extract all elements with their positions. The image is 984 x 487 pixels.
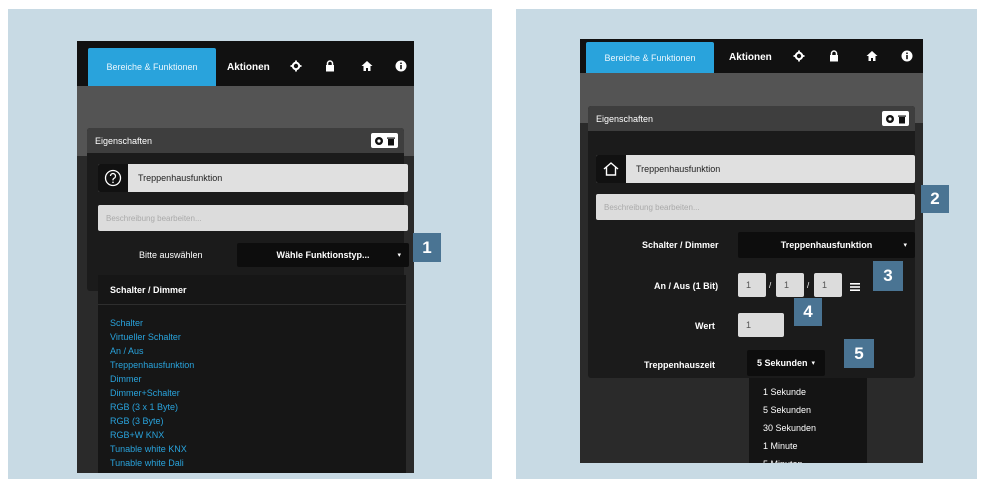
function-type-menu: Schalter / Dimmer Schalter Virtueller Sc…	[98, 275, 406, 473]
function-type-dropdown[interactable]: Wähle Funktionstyp... ▾	[237, 243, 409, 267]
tab-areas-functions[interactable]: Bereiche & Funktionen	[88, 48, 216, 86]
right-app-screen: Bereiche & Funktionen Aktionen Eigenscha…	[580, 39, 923, 463]
function-name-value: Treppenhausfunktion	[636, 164, 721, 174]
gear-icon[interactable]	[289, 59, 303, 73]
menu-item-tunable-white-dali[interactable]: Tunable white Dali	[98, 456, 406, 470]
menu-item-dimmer-schalter[interactable]: Dimmer+Schalter	[98, 386, 406, 400]
top-nav: Bereiche & Funktionen Aktionen	[77, 41, 414, 86]
properties-title: Eigenschaften	[95, 135, 153, 146]
time-option-5s[interactable]: 5 Sekunden	[749, 401, 867, 419]
time-label: Treppenhauszeit	[644, 360, 716, 370]
time-option-1s[interactable]: 1 Sekunde	[749, 383, 867, 401]
top-nav: Bereiche & Funktionen Aktionen	[580, 39, 923, 73]
question-icon[interactable]	[98, 164, 128, 192]
properties-header: Eigenschaften	[588, 106, 915, 131]
function-name-value: Treppenhausfunktion	[138, 173, 223, 183]
list-icon[interactable]	[850, 279, 860, 291]
menu-item-treppenhausfunktion[interactable]: Treppenhausfunktion	[98, 358, 406, 372]
select-label: Bitte auswählen	[139, 250, 203, 260]
function-type-value: Wähle Funktionstyp...	[276, 250, 370, 260]
lock-icon[interactable]	[323, 59, 337, 73]
tab-actions[interactable]: Aktionen	[729, 42, 772, 73]
properties-panel: Eigenschaften Treppenhausfunktion Beschr…	[87, 128, 409, 291]
info-icon[interactable]	[394, 59, 408, 73]
time-options-menu: 1 Sekunde 5 Sekunden 30 Sekunden 1 Minut…	[749, 378, 867, 463]
menu-item-dimmer[interactable]: Dimmer	[98, 372, 406, 386]
time-option-30s[interactable]: 30 Sekunden	[749, 419, 867, 437]
properties-header: Eigenschaften	[87, 128, 404, 153]
settings-icon[interactable]	[373, 134, 384, 147]
time-dropdown[interactable]: 5 Sekunden ▾	[747, 350, 825, 376]
left-app-screen: Bereiche & Funktionen Aktionen Eigenscha…	[77, 41, 414, 473]
function-type-dropdown[interactable]: Treppenhausfunktion ▾	[738, 232, 915, 258]
lock-icon[interactable]	[827, 49, 841, 63]
info-icon[interactable]	[900, 49, 914, 63]
home-icon[interactable]	[360, 59, 374, 73]
home-icon[interactable]	[865, 49, 879, 63]
menu-item-rgbw-knx[interactable]: RGB+W KNX	[98, 428, 406, 442]
time-option-1m[interactable]: 1 Minute	[749, 437, 867, 455]
callout-5: 5	[844, 339, 874, 368]
type-label: Schalter / Dimmer	[642, 240, 719, 250]
menu-item-rgb-3byte[interactable]: RGB (3 Byte)	[98, 414, 406, 428]
callout-2: 2	[921, 185, 949, 213]
menu-item-tunable-white-knx[interactable]: Tunable white KNX	[98, 442, 406, 456]
time-value: 5 Sekunden	[756, 358, 808, 368]
menu-item-rgb-3x1[interactable]: RGB (3 x 1 Byte)	[98, 400, 406, 414]
description-field[interactable]: Beschreibung bearbeiten...	[98, 205, 408, 231]
trash-icon[interactable]	[385, 134, 396, 147]
function-type-value: Treppenhausfunktion	[780, 240, 873, 250]
time-option-5m[interactable]: 5 Minuten	[749, 455, 867, 463]
gear-icon[interactable]	[792, 49, 806, 63]
function-name-field[interactable]: Treppenhausfunktion	[98, 164, 408, 192]
address-label: An / Aus (1 Bit)	[654, 281, 719, 291]
address-separator: /	[807, 281, 810, 290]
address-middle-group-input[interactable]: 1	[776, 273, 804, 297]
header-actions	[882, 111, 909, 126]
header-actions	[371, 133, 398, 148]
right-figure-panel: Bereiche & Funktionen Aktionen Eigenscha…	[516, 9, 977, 479]
caret-down-icon: ▾	[903, 242, 907, 249]
callout-3: 3	[873, 261, 903, 291]
house-icon[interactable]	[596, 155, 626, 183]
function-name-field[interactable]: Treppenhausfunktion	[596, 155, 915, 183]
menu-group-title: Schalter / Dimmer	[98, 275, 406, 305]
properties-panel: Eigenschaften Treppenhausfunktion Beschr…	[588, 106, 915, 378]
caret-down-icon: ▾	[397, 252, 401, 259]
caret-down-icon: ▾	[811, 360, 816, 367]
settings-icon[interactable]	[884, 112, 895, 125]
menu-item-schalter[interactable]: Schalter	[98, 316, 406, 330]
menu-item-virtueller-schalter[interactable]: Virtueller Schalter	[98, 330, 406, 344]
left-figure-panel: Bereiche & Funktionen Aktionen Eigenscha…	[8, 9, 492, 479]
description-field[interactable]: Beschreibung bearbeiten...	[596, 194, 915, 220]
address-sub-group-input[interactable]: 1	[814, 273, 842, 297]
menu-item-an-aus[interactable]: An / Aus	[98, 344, 406, 358]
value-input[interactable]: 1	[738, 313, 784, 337]
tab-actions[interactable]: Aktionen	[227, 48, 270, 86]
callout-1: 1	[413, 233, 441, 262]
callout-4: 4	[794, 298, 822, 326]
properties-title: Eigenschaften	[596, 113, 654, 124]
address-main-group-input[interactable]: 1	[738, 273, 766, 297]
trash-icon[interactable]	[896, 112, 907, 125]
tab-areas-functions[interactable]: Bereiche & Funktionen	[586, 42, 714, 73]
address-separator: /	[769, 281, 772, 290]
value-label: Wert	[695, 321, 715, 331]
